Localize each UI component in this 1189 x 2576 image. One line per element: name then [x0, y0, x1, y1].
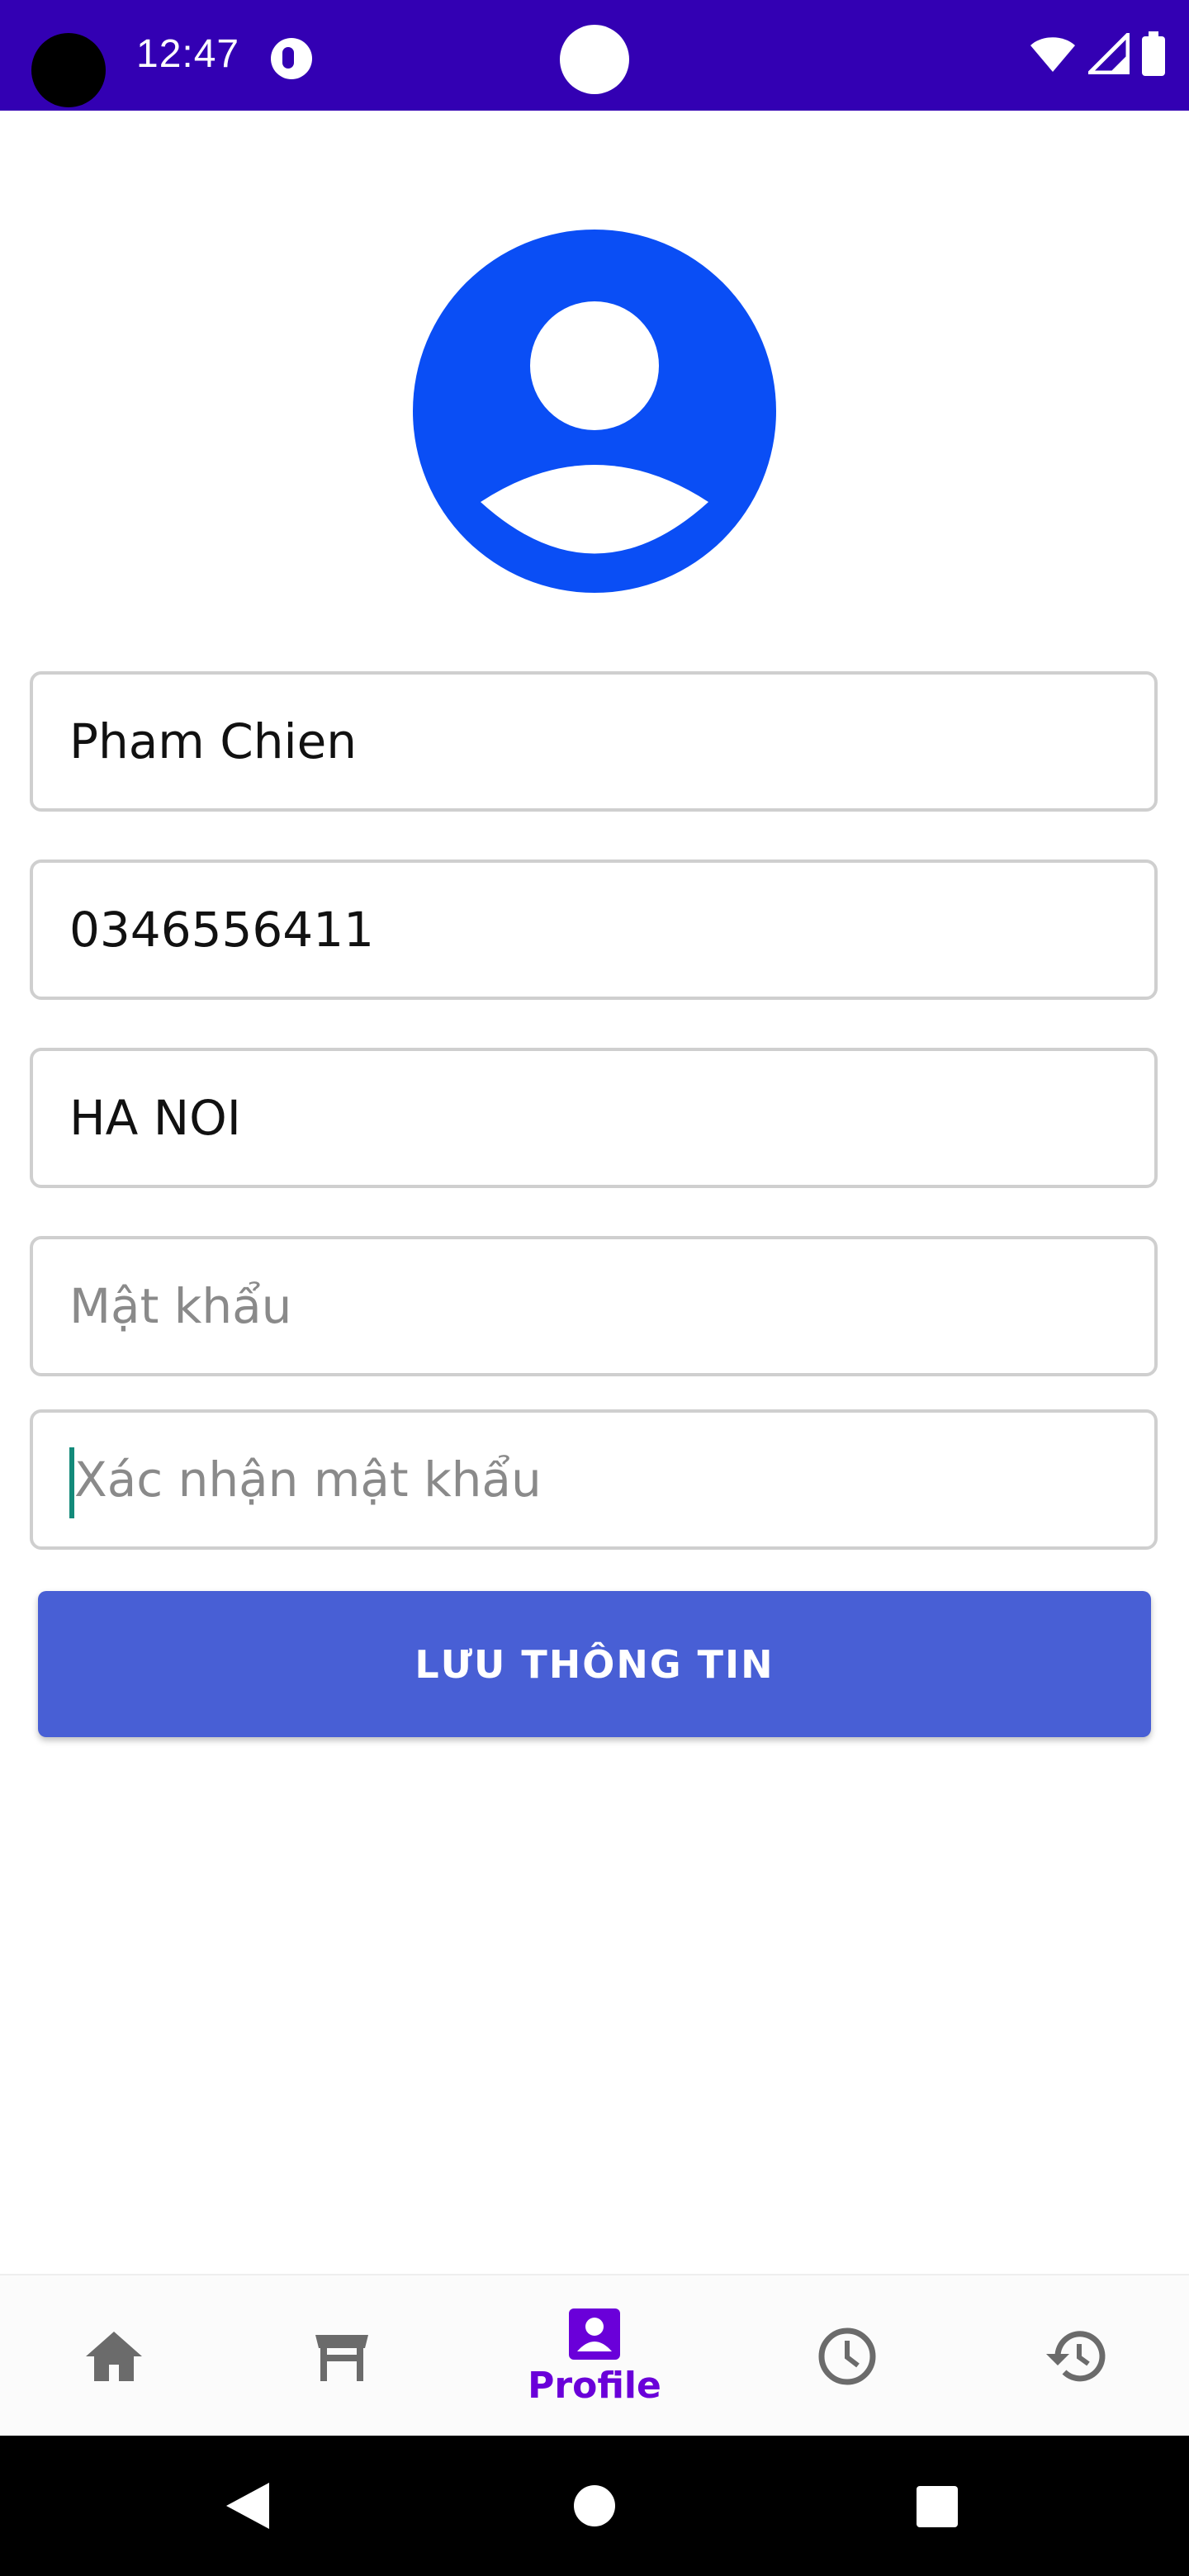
- nav-history[interactable]: [984, 2275, 1166, 2437]
- signal-icon: [1088, 33, 1130, 74]
- status-time: 12:47: [136, 32, 240, 76]
- history-icon: [1046, 2331, 1106, 2382]
- nav-home[interactable]: [23, 2275, 205, 2437]
- name-field[interactable]: [30, 671, 1158, 812]
- camera-cutout: [31, 33, 106, 107]
- account-circle-icon[interactable]: [413, 230, 776, 593]
- nav-table[interactable]: [251, 2275, 433, 2437]
- nav-profile-label: Profile: [528, 2364, 661, 2407]
- phone-input[interactable]: [69, 863, 1110, 997]
- confirm-password-field[interactable]: [30, 1409, 1158, 1550]
- camera-pill: [560, 25, 629, 94]
- status-bar: 12:47: [0, 0, 1189, 111]
- wifi-icon: [1030, 37, 1075, 72]
- clock-icon: [818, 2327, 876, 2385]
- password-input[interactable]: [69, 1239, 1110, 1373]
- address-field[interactable]: [30, 1048, 1158, 1188]
- recents-icon[interactable]: [917, 2486, 958, 2527]
- password-field[interactable]: [30, 1236, 1158, 1376]
- system-navigation-bar: [0, 2436, 1189, 2576]
- confirm-password-input[interactable]: [74, 1413, 1115, 1546]
- profile-icon: [569, 2308, 620, 2360]
- home-icon: [86, 2332, 142, 2381]
- battery-icon: [1142, 31, 1165, 76]
- table-icon: [315, 2335, 368, 2381]
- status-icons: [1029, 31, 1166, 76]
- back-icon[interactable]: [225, 2481, 271, 2531]
- address-input[interactable]: [69, 1051, 1110, 1185]
- phone-field[interactable]: [30, 859, 1158, 1000]
- save-info-button[interactable]: LƯU THÔNG TIN: [38, 1591, 1151, 1737]
- bottom-navigation: Profile: [0, 2274, 1189, 2437]
- nav-clock[interactable]: [756, 2275, 938, 2437]
- nav-profile[interactable]: Profile: [504, 2275, 685, 2437]
- home-circle-icon[interactable]: [573, 2484, 616, 2527]
- name-input[interactable]: [69, 675, 1110, 808]
- notification-p-icon: [271, 38, 312, 79]
